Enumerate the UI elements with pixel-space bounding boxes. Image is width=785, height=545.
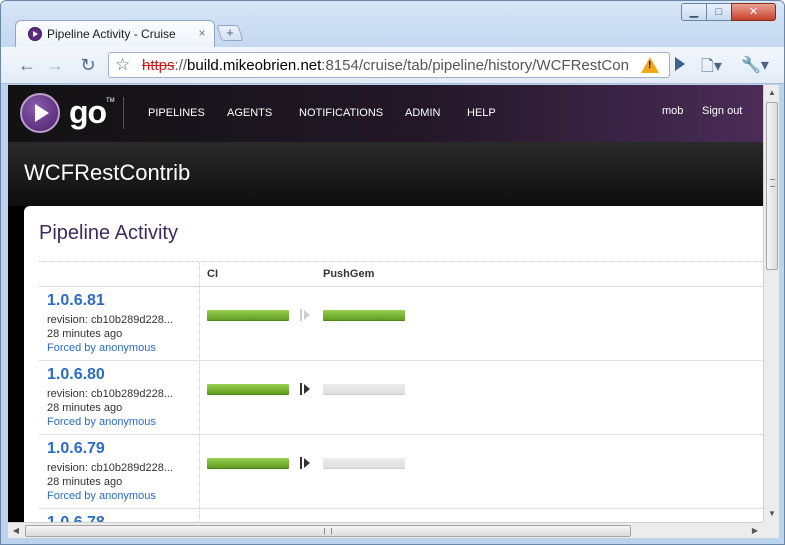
page-menu-icon[interactable]: 🗋▾: [701, 55, 722, 82]
row-separator: [39, 508, 763, 509]
run-revision: revision: cb10b289d228...: [47, 314, 173, 326]
stage-bar-ci-passed[interactable]: [207, 310, 289, 321]
manual-approval-gate-icon[interactable]: [298, 383, 314, 395]
security-warning-icon[interactable]: !: [641, 57, 659, 73]
run-label-link[interactable]: 1.0.6.81: [47, 292, 105, 310]
horizontal-scroll-thumb[interactable]: [25, 525, 631, 537]
scroll-up-icon[interactable]: ▲: [764, 85, 780, 101]
nav-notifications[interactable]: NOTIFICATIONS: [299, 107, 383, 119]
trademark-mark: TM: [106, 98, 115, 104]
go-favicon-icon: [28, 27, 42, 41]
nav-help[interactable]: HELP: [467, 107, 496, 119]
new-tab-button[interactable]: +: [216, 25, 244, 41]
tab-title: Pipeline Activity - Cruise: [47, 27, 176, 41]
url-host: build.mikeobrien.net: [187, 57, 322, 74]
scroll-right-icon[interactable]: ▶: [747, 523, 763, 539]
stage-bar-pushgem-passed[interactable]: [323, 310, 405, 321]
scroll-left-icon[interactable]: ◀: [8, 523, 24, 539]
run-label-link[interactable]: 1.0.6.78: [47, 514, 105, 522]
go-logo-icon[interactable]: [20, 93, 60, 133]
plus-icon: +: [226, 25, 234, 40]
stage-bar-pushgem-not-run: [323, 384, 405, 395]
scroll-down-icon[interactable]: ▼: [764, 506, 780, 522]
forward-icon[interactable]: →: [44, 54, 66, 76]
activity-panel: Pipeline Activity CI PushGem 1.0.6.81 re…: [24, 206, 763, 522]
page-viewport: go TM PIPELINES AGENTS NOTIFICATIONS ADM…: [8, 85, 763, 522]
run-label-link[interactable]: 1.0.6.80: [47, 366, 105, 384]
go-arrow-icon[interactable]: [675, 57, 685, 71]
pipeline-name: WCFRestContrib: [24, 160, 191, 185]
browser-window: Pipeline Activity - Cruise × + ▁ □ ✕ ← →…: [0, 0, 785, 545]
title-bar: Pipeline Activity - Cruise × + ▁ □ ✕: [1, 1, 784, 47]
nav-agents[interactable]: AGENTS: [227, 107, 272, 119]
manual-approval-gate-icon[interactable]: [298, 457, 314, 469]
address-bar[interactable]: ☆ https://build.mikeobrien.net:8154/crui…: [108, 52, 670, 78]
pipeline-header: WCFRestContrib: [8, 142, 763, 206]
run-revision: revision: cb10b289d228...: [47, 462, 173, 474]
stage-bar-ci-passed[interactable]: [207, 458, 289, 469]
horizontal-scrollbar[interactable]: ◀ ▶: [8, 522, 763, 538]
maximize-button[interactable]: □: [706, 3, 732, 21]
go-wordmark[interactable]: go: [69, 94, 107, 131]
url-scheme: https: [142, 57, 175, 74]
run-time: 28 minutes ago: [47, 402, 123, 414]
reload-icon[interactable]: ↻: [77, 54, 99, 76]
signout-link[interactable]: Sign out: [702, 105, 742, 117]
run-time: 28 minutes ago: [47, 328, 123, 340]
minimize-button[interactable]: ▁: [681, 3, 707, 21]
row-separator: [39, 434, 763, 435]
header-divider-line: [39, 286, 763, 287]
nav-pipelines[interactable]: PIPELINES: [148, 107, 205, 119]
run-revision: revision: cb10b289d228...: [47, 388, 173, 400]
current-user: mob: [662, 105, 684, 117]
column-separator: [199, 262, 200, 522]
scrollbar-corner: [763, 522, 779, 538]
browser-toolbar: ← → ↻ ☆ https://build.mikeobrien.net:815…: [1, 47, 784, 84]
wrench-menu-icon[interactable]: 🔧▾: [741, 55, 769, 75]
run-trigger[interactable]: Forced by anonymous: [47, 490, 156, 502]
run-time: 28 minutes ago: [47, 476, 123, 488]
url-text[interactable]: https://build.mikeobrien.net:8154/cruise…: [142, 57, 629, 74]
stage-bar-ci-passed[interactable]: [207, 384, 289, 395]
stage-header-pushgem: PushGem: [323, 268, 375, 280]
header-divider: [123, 97, 124, 129]
warning-glyph: !: [648, 60, 652, 71]
tab-close-icon[interactable]: ×: [195, 26, 209, 40]
table-top-border: [39, 261, 763, 262]
back-icon[interactable]: ←: [16, 54, 38, 76]
auto-approval-gate-icon: [298, 309, 314, 321]
run-trigger[interactable]: Forced by anonymous: [47, 416, 156, 428]
vertical-scrollbar[interactable]: ▲ ▼: [763, 85, 779, 522]
run-label-link[interactable]: 1.0.6.79: [47, 440, 105, 458]
stage-bar-pushgem-not-run: [323, 458, 405, 469]
nav-admin[interactable]: ADMIN: [405, 107, 440, 119]
browser-tab[interactable]: Pipeline Activity - Cruise ×: [15, 20, 215, 47]
go-header: go TM PIPELINES AGENTS NOTIFICATIONS ADM…: [8, 85, 763, 142]
bookmark-star-icon[interactable]: ☆: [115, 55, 130, 75]
stage-header-ci: CI: [207, 268, 218, 280]
url-path: :8154/cruise/tab/pipeline/history/WCFRes…: [321, 57, 629, 74]
row-separator: [39, 360, 763, 361]
page-title: Pipeline Activity: [39, 222, 178, 244]
close-window-button[interactable]: ✕: [731, 3, 776, 21]
run-trigger[interactable]: Forced by anonymous: [47, 342, 156, 354]
vertical-scroll-thumb[interactable]: [766, 102, 778, 270]
